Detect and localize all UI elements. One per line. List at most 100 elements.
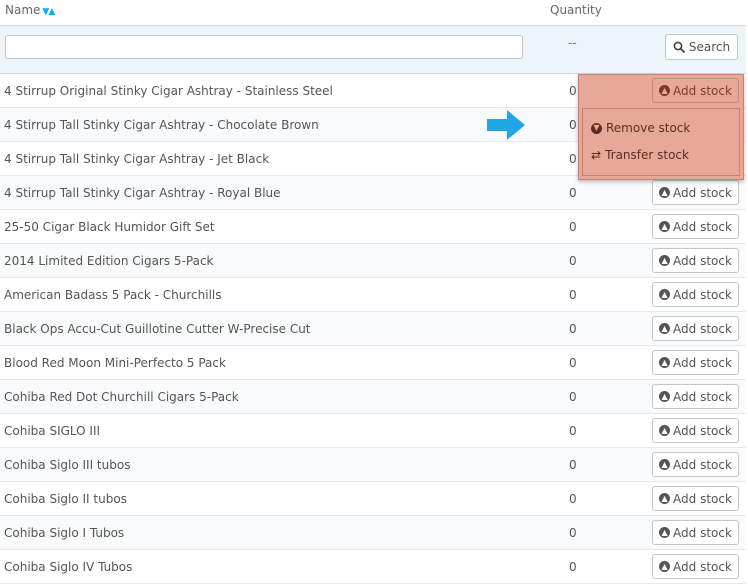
product-name: Cohiba Siglo II tubos (4, 492, 127, 506)
product-name: 4 Stirrup Tall Stinky Cigar Ashtray - Ro… (4, 186, 281, 200)
product-quantity: 0 (569, 492, 577, 506)
product-name: Cohiba Siglo IV Tubos (4, 560, 133, 574)
add-stock-label: Add stock (673, 185, 732, 200)
add-stock-label: Add stock (673, 321, 732, 336)
table-row: Cohiba Siglo III tubos 0 ▲ Add stock (0, 448, 746, 482)
search-button[interactable]: Search (665, 34, 738, 60)
sort-icon[interactable]: ▼▲ (42, 7, 55, 17)
table-row: Cohiba SIGLO III 0 ▲ Add stock (0, 414, 746, 448)
pointer-arrow-icon (487, 110, 525, 140)
arrow-up-circle-icon: ▲ (659, 425, 671, 436)
transfer-stock-label: Transfer stock (605, 148, 689, 162)
product-quantity: 0 (569, 322, 577, 336)
table-row: 25-50 Cigar Black Humidor Gift Set 0 ▲ Add … (0, 210, 746, 244)
product-name: 25-50 Cigar Black Humidor Gift Set (4, 220, 215, 234)
filter-row: -- Search (0, 26, 746, 74)
stock-actions-dropdown: ▲ Add stock ▼ Remove stock ⇄ Transfer st… (578, 74, 744, 180)
product-quantity: 0 (569, 220, 577, 234)
product-name: Cohiba SIGLO III (4, 424, 101, 438)
transfer-stock-menu-item[interactable]: ⇄ Transfer stock (591, 148, 689, 162)
product-name: 4 Stirrup Tall Stinky Cigar Ashtray - Je… (4, 152, 270, 166)
add-stock-button[interactable]: ▲ Add stock (652, 418, 739, 443)
table-row: American Badass 5 Pack - Churchills 0 ▲ Add… (0, 278, 746, 312)
product-quantity: 0 (569, 118, 577, 132)
add-stock-button[interactable]: ▲ Add stock (652, 316, 739, 341)
table-header: Name ▼▲ Quantity (0, 0, 746, 26)
product-quantity: 0 (569, 526, 577, 540)
arrow-up-circle-icon: ▲ (659, 459, 671, 470)
product-name: 4 Stirrup Tall Stinky Cigar Ashtray - Ch… (4, 118, 319, 132)
add-stock-label: Add stock (673, 423, 732, 438)
arrow-up-circle-icon: ▲ (659, 221, 671, 232)
add-stock-button[interactable]: ▲ Add stock (652, 520, 739, 545)
product-quantity: 0 (569, 254, 577, 268)
table-row: Cohiba Siglo II tubos 0 ▲ Add stock (0, 482, 746, 516)
add-stock-label: Add stock (673, 287, 732, 302)
remove-stock-label: Remove stock (606, 121, 691, 135)
search-button-label: Search (688, 40, 731, 54)
add-stock-label: Add stock (673, 559, 732, 574)
quantity-column-header[interactable]: Quantity (550, 3, 602, 17)
product-quantity: 0 (569, 288, 577, 302)
arrow-up-circle-icon: ▲ (659, 527, 671, 538)
product-name: 2014 Limited Edition Cigars 5-Pack (4, 254, 214, 268)
add-stock-label: Add stock (673, 83, 732, 98)
arrow-down-circle-icon: ▼ (591, 122, 602, 134)
arrow-up-circle-icon: ▲ (659, 187, 671, 198)
product-name: American Badass 5 Pack - Churchills (4, 288, 222, 302)
add-stock-button[interactable]: ▲ Add stock (652, 248, 739, 273)
transfer-arrows-icon: ⇄ (591, 148, 602, 162)
add-stock-button[interactable]: ▲ Add stock (652, 282, 739, 307)
add-stock-button[interactable]: ▲ Add stock (652, 384, 739, 409)
name-column-header[interactable]: Name ▼▲ (5, 3, 55, 17)
search-icon (673, 41, 685, 53)
add-stock-label: Add stock (673, 253, 732, 268)
add-stock-button[interactable]: ▲ Add stock (652, 214, 739, 239)
add-stock-label: Add stock (673, 389, 732, 404)
table-row: 2014 Limited Edition Cigars 5-Pack 0 ▲ Add … (0, 244, 746, 278)
arrow-up-circle-icon: ▲ (659, 85, 671, 96)
product-quantity: 0 (569, 458, 577, 472)
product-quantity: 0 (569, 186, 577, 200)
arrow-up-circle-icon: ▲ (659, 323, 671, 334)
table-row: Cohiba Red Dot Churchill Cigars 5-Pack 0 ▲… (0, 380, 746, 414)
product-quantity: 0 (569, 356, 577, 370)
product-quantity: 0 (569, 390, 577, 404)
arrow-up-circle-icon: ▲ (659, 561, 671, 572)
product-quantity: 0 (569, 424, 577, 438)
add-stock-label: Add stock (673, 457, 732, 472)
add-stock-button[interactable]: ▲ Add stock (652, 350, 739, 375)
add-stock-label: Add stock (673, 355, 732, 370)
product-name: Blood Red Moon Mini-Perfecto 5 Pack (4, 356, 226, 370)
name-filter-input[interactable] (5, 35, 523, 59)
arrow-up-circle-icon: ▲ (659, 357, 671, 368)
stock-actions-menu: ▼ Remove stock ⇄ Transfer stock (582, 108, 740, 176)
add-stock-button-active[interactable]: ▲ Add stock (652, 78, 739, 103)
arrow-up-circle-icon: ▲ (659, 255, 671, 266)
arrow-up-circle-icon: ▲ (659, 391, 671, 402)
add-stock-label: Add stock (673, 525, 732, 540)
add-stock-label: Add stock (673, 491, 732, 506)
product-quantity: 0 (569, 560, 577, 574)
table-row: Blood Red Moon Mini-Perfecto 5 Pack 0 ▲ Add… (0, 346, 746, 380)
product-name: Cohiba Siglo III tubos (4, 458, 131, 472)
product-quantity: 0 (569, 152, 577, 166)
table-row: Black Ops Accu-Cut Guillotine Cutter W-P… (0, 312, 746, 346)
arrow-up-circle-icon: ▲ (659, 289, 671, 300)
table-row: Cohiba Siglo IV Tubos 0 ▲ Add stock (0, 550, 746, 584)
arrow-up-circle-icon: ▲ (659, 493, 671, 504)
product-name: Cohiba Siglo I Tubos (4, 526, 125, 540)
add-stock-button[interactable]: ▲ Add stock (652, 180, 739, 205)
product-name: Black Ops Accu-Cut Guillotine Cutter W-P… (4, 322, 311, 336)
table-row: Cohiba Siglo I Tubos 0 ▲ Add stock (0, 516, 746, 550)
quantity-filter-placeholder: -- (568, 36, 577, 50)
add-stock-button[interactable]: ▲ Add stock (652, 486, 739, 511)
product-quantity: 0 (569, 84, 577, 98)
table-row: 4 Stirrup Tall Stinky Cigar Ashtray - Ro… (0, 176, 746, 210)
add-stock-label: Add stock (673, 219, 732, 234)
product-name: 4 Stirrup Original Stinky Cigar Ashtray … (4, 84, 333, 98)
add-stock-button[interactable]: ▲ Add stock (652, 554, 739, 579)
product-name: Cohiba Red Dot Churchill Cigars 5-Pack (4, 390, 239, 404)
remove-stock-menu-item[interactable]: ▼ Remove stock (591, 121, 690, 135)
add-stock-button[interactable]: ▲ Add stock (652, 452, 739, 477)
